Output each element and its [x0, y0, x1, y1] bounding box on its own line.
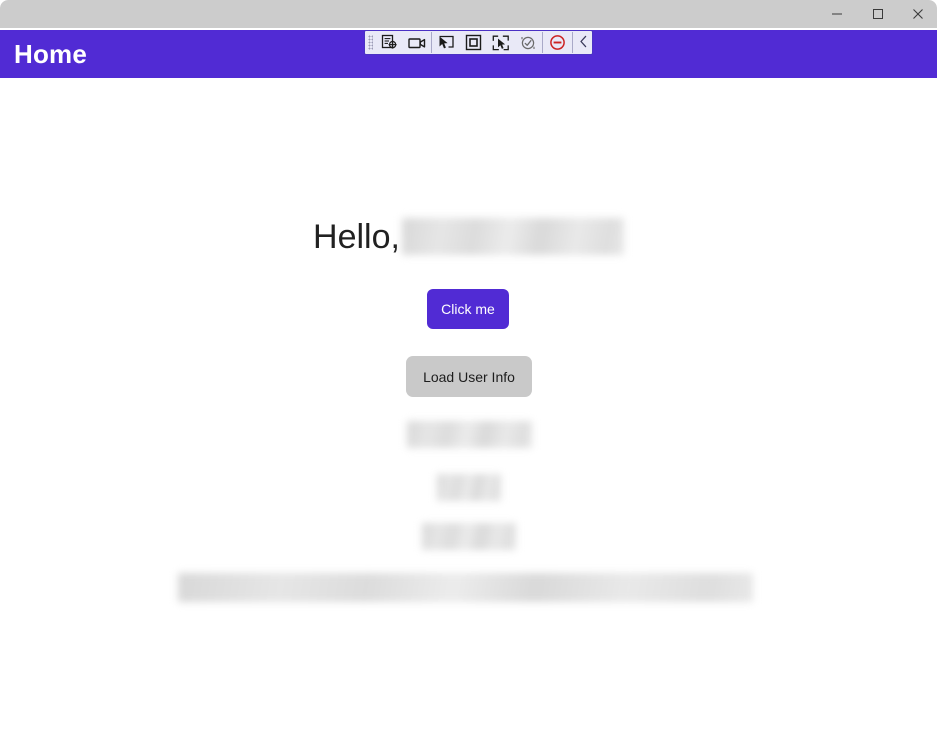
- window-titlebar: [0, 0, 937, 28]
- maximize-icon: [872, 8, 884, 20]
- toolbar-record-button[interactable]: [403, 31, 430, 54]
- greeting-text: Hello,: [313, 217, 400, 256]
- redacted-user-info-line-3: [422, 523, 516, 550]
- load-user-info-button[interactable]: Load User Info: [406, 356, 532, 397]
- minimize-icon: [831, 8, 843, 20]
- close-icon: [912, 8, 924, 20]
- chevron-left-icon: [579, 35, 588, 51]
- redacted-user-info-line-2: [437, 474, 501, 501]
- redacted-user-info-wide-bar: [178, 573, 753, 602]
- toolbar-inspect-settings-button[interactable]: [376, 31, 403, 54]
- toolbar-pick-element-button[interactable]: [433, 31, 460, 54]
- titlebar-drag-region[interactable]: [0, 0, 800, 28]
- toolbar-separator-2: [542, 32, 543, 53]
- page-title: Home: [14, 38, 88, 69]
- cursor-pointer-icon: [438, 35, 455, 51]
- check-circle-icon: [520, 35, 536, 51]
- stop-circle-icon: [549, 34, 566, 51]
- video-camera-icon: [407, 36, 426, 50]
- toolbar-stop-button[interactable]: [544, 31, 571, 54]
- app-window: Home Hello, Click me Load User Info: [0, 0, 937, 740]
- cursor-selection-icon: [492, 35, 510, 51]
- main-content: Hello, Click me Load User Info: [0, 78, 937, 740]
- redacted-user-info-line-1: [407, 421, 532, 448]
- click-me-button[interactable]: Click me: [427, 289, 509, 329]
- inspect-element-icon: [381, 34, 398, 51]
- square-outline-icon: [465, 34, 482, 51]
- toolbar-collapse-button[interactable]: [574, 31, 592, 54]
- toolbar-highlight-element-button[interactable]: [460, 31, 487, 54]
- automation-toolbar: [364, 30, 593, 55]
- toolbar-separator-3: [572, 32, 573, 53]
- redacted-user-name: [401, 218, 624, 255]
- drag-grip-icon: [368, 35, 373, 50]
- toolbar-select-region-button[interactable]: [487, 31, 514, 54]
- toolbar-drag-handle[interactable]: [365, 31, 376, 54]
- window-minimize-button[interactable]: [814, 0, 860, 28]
- window-close-button[interactable]: [895, 0, 937, 28]
- toolbar-assert-value-button[interactable]: [514, 31, 541, 54]
- toolbar-separator-1: [431, 32, 432, 53]
- greeting-row: Hello,: [0, 218, 937, 255]
